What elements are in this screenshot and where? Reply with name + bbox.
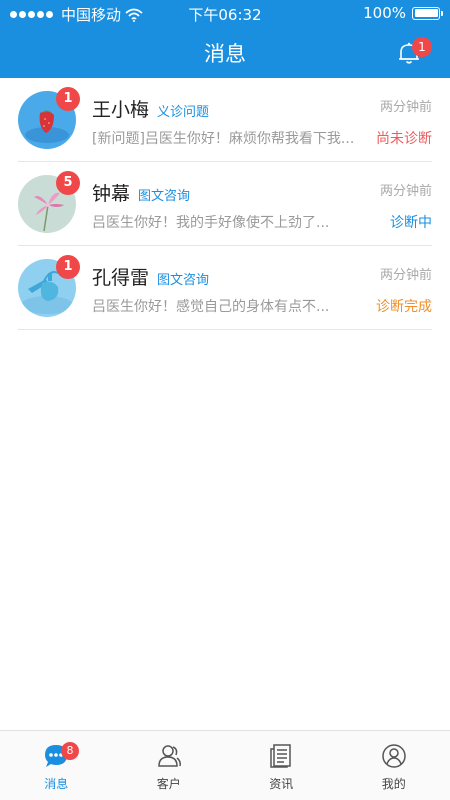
patient-name-row: 孔得雷 图文咨询	[92, 263, 209, 290]
tab-me[interactable]: 我的	[338, 731, 450, 800]
consult-type: 图文咨询	[157, 273, 210, 288]
patient-name-row: 钟幕 图文咨询	[92, 179, 190, 206]
message-preview: 吕医生你好！感觉自己的身体有点不...	[92, 299, 330, 315]
message-time: 两分钟前	[379, 268, 432, 283]
diagnosis-status: 诊断中	[390, 215, 432, 231]
newspaper-icon	[270, 744, 291, 768]
status-bar: 中国移动 下午06:32 100%	[0, 0, 450, 28]
nav-bar: 消息 1	[0, 28, 450, 78]
message-time: 两分钟前	[379, 184, 432, 199]
battery-percent: 100%	[363, 4, 406, 22]
notification-badge: 1	[412, 37, 432, 57]
unread-badge: 1	[56, 255, 80, 279]
message-list: 1 王小梅 义诊问题 两分钟前 [新问题]吕医生你好！麻烦你帮我看下我... 尚未…	[0, 78, 450, 330]
tab-clients[interactable]: 客户	[113, 731, 226, 800]
consult-type: 图文咨询	[138, 189, 191, 204]
tab-news[interactable]: 资讯	[225, 731, 338, 800]
message-time: 两分钟前	[379, 100, 432, 115]
battery-icon	[412, 6, 443, 20]
page-title: 消息	[204, 42, 246, 66]
message-item[interactable]: 5 钟幕 图文咨询 两分钟前 吕医生你好！我的手好像使不上劲了... 诊断中	[18, 162, 432, 246]
message-preview: 吕医生你好！我的手好像使不上劲了...	[92, 215, 330, 231]
tab-label: 客户	[156, 777, 181, 791]
tab-label: 我的	[381, 777, 406, 791]
diagnosis-status: 诊断完成	[376, 299, 432, 315]
patient-name-row: 王小梅 义诊问题	[92, 95, 209, 122]
tab-bar: 8 消息 客户 资讯 我的	[0, 730, 450, 800]
consult-type: 义诊问题	[157, 105, 210, 120]
diagnosis-status: 尚未诊断	[376, 131, 432, 147]
unread-badge: 1	[56, 87, 80, 111]
tab-messages[interactable]: 8 消息	[0, 731, 113, 800]
message-item[interactable]: 1 王小梅 义诊问题 两分钟前 [新问题]吕医生你好！麻烦你帮我看下我... 尚未…	[18, 78, 432, 162]
unread-badge: 5	[56, 171, 80, 195]
patient-name: 王小梅	[92, 99, 150, 121]
message-preview: [新问题]吕医生你好！麻烦你帮我看下我...	[92, 131, 355, 147]
tab-badge: 8	[61, 742, 79, 760]
status-right: 100%	[363, 4, 443, 22]
users-icon	[157, 745, 181, 767]
patient-name: 孔得雷	[92, 267, 150, 289]
patient-name: 钟幕	[92, 183, 131, 205]
profile-icon	[382, 744, 406, 768]
tab-label: 资讯	[269, 777, 294, 791]
tab-label: 消息	[44, 777, 69, 791]
message-item[interactable]: 1 孔得雷 图文咨询 两分钟前 吕医生你好！感觉自己的身体有点不... 诊断完成	[18, 246, 432, 330]
